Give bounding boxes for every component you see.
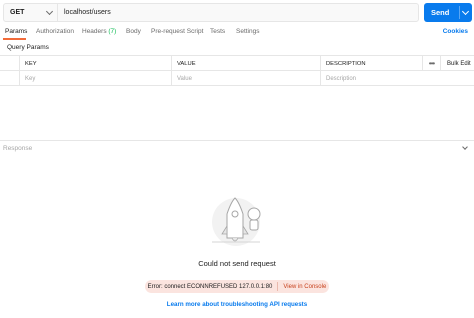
error-message: Error: connect ECONNREFUSED 127.0.0.1:80 (147, 283, 273, 290)
tab-headers-label: Headers (82, 28, 107, 35)
params-empty-row: Key Value Description (0, 71, 474, 86)
send-label: Send (431, 8, 450, 17)
active-tab-indicator (3, 38, 26, 40)
tab-body[interactable]: Body (126, 28, 141, 35)
method-label: GET (10, 9, 25, 16)
column-value-header: VALUE (171, 56, 320, 71)
method-select[interactable]: GET (4, 4, 58, 21)
query-params-title: Query Params (7, 44, 49, 51)
rocket-astronaut-illustration (212, 197, 261, 246)
request-tabs: Params Authorization Headers (7) Body Pr… (0, 26, 474, 40)
url-input[interactable]: localhost/users (58, 9, 111, 16)
response-label: Response (3, 145, 33, 152)
params-table: KEY VALUE DESCRIPTION ••• Bulk Edit Key … (0, 55, 474, 86)
params-header-row: KEY VALUE DESCRIPTION ••• Bulk Edit (0, 56, 474, 71)
tab-params[interactable]: Params (5, 28, 27, 35)
view-in-console-link[interactable]: View in Console (283, 284, 326, 290)
request-url-box: GET localhost/users (3, 3, 419, 22)
response-divider[interactable] (0, 140, 474, 141)
key-input[interactable]: Key (19, 71, 171, 86)
send-options-chevron-icon[interactable] (460, 3, 472, 22)
request-bar: GET localhost/users Send (0, 3, 474, 22)
tab-settings[interactable]: Settings (236, 28, 260, 35)
tab-authorization[interactable]: Authorization (36, 28, 74, 35)
cookies-link[interactable]: Cookies (443, 28, 468, 35)
column-description-header: DESCRIPTION (320, 56, 422, 71)
troubleshooting-link[interactable]: Learn more about troubleshooting API req… (0, 301, 474, 308)
send-button[interactable]: Send (424, 3, 472, 22)
error-title: Could not send request (198, 259, 276, 268)
column-key-header: KEY (19, 56, 171, 71)
chevron-down-icon (45, 7, 54, 16)
error-pill-divider (277, 282, 279, 291)
tab-tests[interactable]: Tests (210, 28, 225, 35)
headers-count-badge: (7) (108, 28, 117, 35)
tab-pre-request-script[interactable]: Pre-request Script (151, 28, 203, 35)
value-input[interactable]: Value (171, 71, 320, 86)
collapse-response-chevron-icon[interactable] (462, 144, 468, 150)
description-input[interactable]: Description (320, 71, 474, 86)
tab-headers[interactable]: Headers (7) (82, 28, 116, 35)
more-options-icon[interactable]: ••• (422, 56, 440, 71)
error-pill: Error: connect ECONNREFUSED 127.0.0.1:80… (145, 280, 329, 293)
bulk-edit-link[interactable]: Bulk Edit (440, 56, 474, 71)
